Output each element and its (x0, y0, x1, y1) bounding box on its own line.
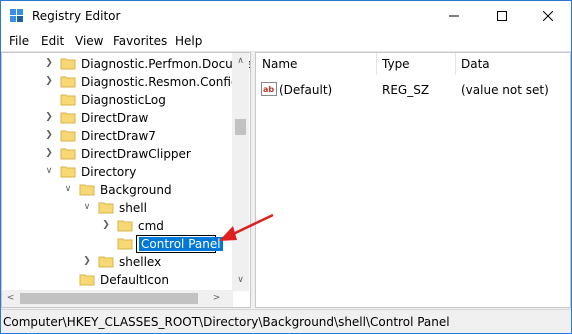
registry-editor-window: Registry Editor File Edit View Favorites… (0, 0, 572, 334)
annotation-arrow (219, 213, 274, 241)
